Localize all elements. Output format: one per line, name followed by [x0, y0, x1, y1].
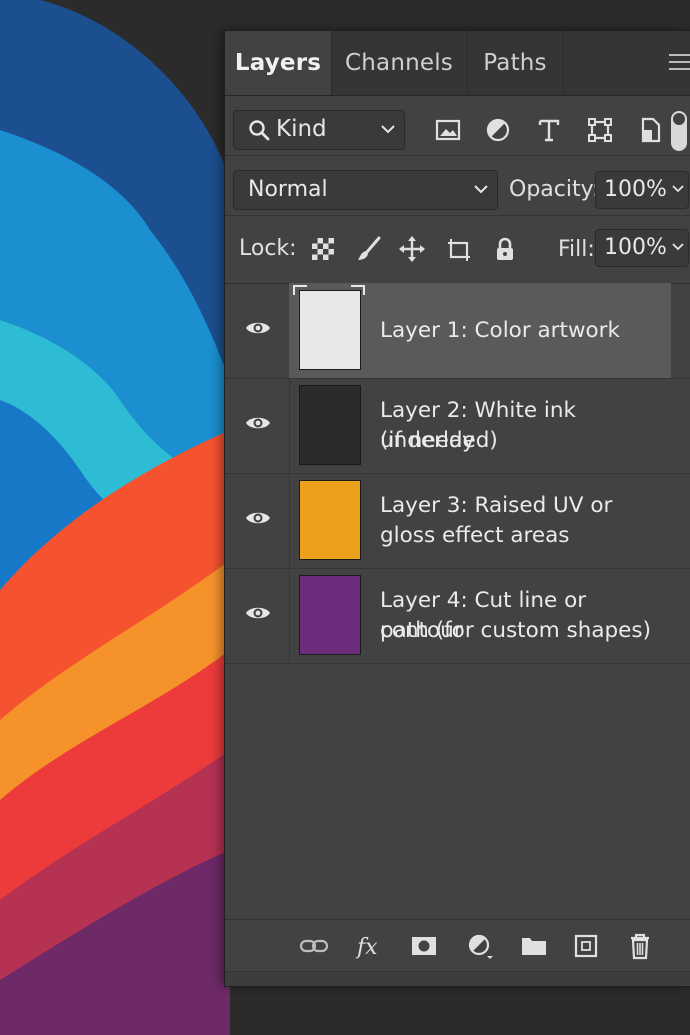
panel-bottom-strip: [225, 971, 690, 986]
new-fill-adjustment-icon[interactable]: [465, 932, 495, 960]
delete-layer-icon[interactable]: [625, 932, 655, 960]
layer-name-area[interactable]: Layer 4: Cut line or contour path (for c…: [289, 568, 671, 663]
lock-label: Lock:: [239, 236, 297, 261]
filter-kind-label: Kind: [276, 116, 327, 142]
new-layer-icon[interactable]: [571, 932, 601, 960]
add-mask-icon[interactable]: [409, 932, 439, 960]
type-filter-icon[interactable]: [534, 115, 564, 145]
blend-mode-select[interactable]: Normal: [233, 170, 498, 210]
eye-icon: [246, 512, 270, 524]
smart-object-filter-icon[interactable]: [635, 115, 665, 145]
tab-paths[interactable]: Paths: [467, 31, 564, 95]
layer-filter-row: Kind: [225, 95, 690, 156]
layer-row-4[interactable]: Layer 4: Cut line or contour path (for c…: [225, 568, 690, 664]
eye-icon: [246, 607, 270, 619]
fill-label: Fill:: [558, 237, 595, 262]
svg-text:fx: fx: [355, 935, 378, 960]
visibility-toggle[interactable]: [225, 473, 290, 568]
chevron-down-icon: [474, 185, 488, 194]
lock-position-icon[interactable]: [398, 235, 426, 263]
layer-name-area[interactable]: Layer 1: Color artwork: [289, 283, 671, 378]
layer-name-line2: path (for custom shapes): [380, 618, 651, 643]
blend-row: Normal Opacity: 100%: [225, 155, 690, 216]
lock-all-icon[interactable]: [491, 235, 519, 263]
layer-name: Layer 3: Raised UV or: [380, 493, 613, 518]
new-group-icon[interactable]: [519, 932, 549, 960]
image-filter-icon[interactable]: [433, 115, 463, 145]
layer-name-area[interactable]: Layer 2: White ink underlay (if needed): [289, 378, 671, 473]
layer-name-line2: gloss effect areas: [380, 523, 570, 548]
chevron-down-icon: [672, 185, 684, 193]
tab-channels[interactable]: Channels: [331, 31, 468, 95]
layers-panel: Layers Channels Paths Kind Normal Opacit…: [224, 30, 690, 987]
filter-kind-select[interactable]: Kind: [233, 110, 405, 150]
search-icon: [249, 120, 270, 141]
fx-icon[interactable]: fx: [355, 932, 385, 960]
opacity-field[interactable]: 100%: [595, 171, 689, 209]
eye-icon: [246, 417, 270, 429]
shape-filter-icon[interactable]: [585, 115, 615, 145]
layer-thumbnail: [299, 290, 361, 370]
layer-thumbnail: [299, 385, 361, 465]
layer-row-1[interactable]: Layer 1: Color artwork: [225, 283, 690, 379]
layer-name: Layer 1: Color artwork: [380, 318, 620, 343]
filter-toggle[interactable]: [671, 111, 687, 151]
layer-row-3[interactable]: Layer 3: Raised UV or gloss effect areas: [225, 473, 690, 569]
chevron-down-icon: [381, 125, 395, 134]
lock-artboard-icon[interactable]: [445, 235, 473, 263]
hamburger-menu-icon[interactable]: [667, 49, 690, 77]
layer-row-2[interactable]: Layer 2: White ink underlay (if needed): [225, 378, 690, 474]
panel-tab-bar: Layers Channels Paths: [225, 31, 690, 96]
tab-layers[interactable]: Layers: [225, 31, 332, 95]
lock-image-pixels-icon[interactable]: [355, 235, 383, 263]
opacity-value: 100%: [604, 177, 667, 202]
lock-transparent-pixels-icon[interactable]: [309, 235, 337, 263]
layer-name-line2: (if needed): [380, 428, 498, 453]
layer-thumbnail: [299, 575, 361, 655]
fill-field[interactable]: 100%: [595, 229, 689, 267]
blend-mode-value: Normal: [248, 177, 328, 202]
adjustment-filter-icon[interactable]: [483, 115, 513, 145]
opacity-label: Opacity:: [509, 177, 600, 202]
layer-name-area[interactable]: Layer 3: Raised UV or gloss effect areas: [289, 473, 671, 568]
lock-row: Lock: Fill: 100%: [225, 215, 690, 284]
chevron-down-icon: [672, 243, 684, 251]
layer-thumbnail: [299, 480, 361, 560]
visibility-toggle[interactable]: [225, 378, 290, 473]
visibility-toggle[interactable]: [225, 283, 290, 378]
link-layers-icon[interactable]: [299, 932, 329, 960]
fill-value: 100%: [604, 235, 667, 260]
eye-icon: [246, 322, 270, 334]
visibility-toggle[interactable]: [225, 568, 290, 663]
layers-bottom-toolbar: fx: [225, 919, 690, 972]
